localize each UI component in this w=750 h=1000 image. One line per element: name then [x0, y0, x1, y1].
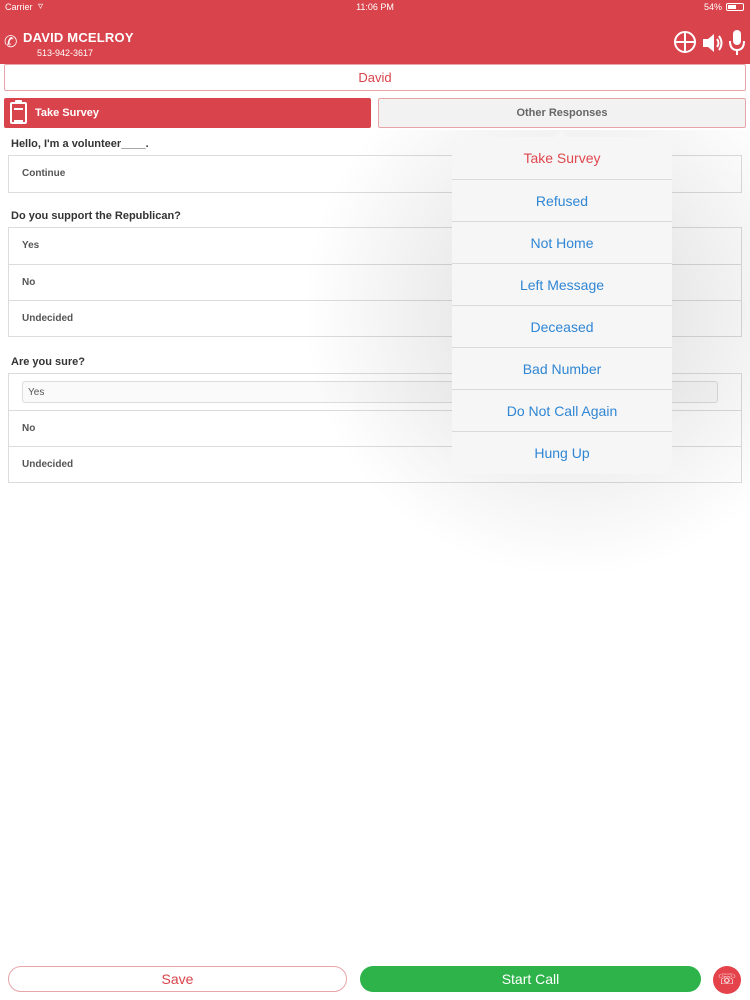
clipboard-icon	[10, 100, 27, 124]
other-responses-popover: Take Survey Refused Not Home Left Messag…	[452, 130, 672, 474]
popover-item-take-survey[interactable]: Take Survey	[452, 137, 672, 179]
status-time: 11:06 PM	[356, 2, 394, 12]
tab-bar: Take Survey Other Responses	[4, 98, 746, 128]
phone-icon: ✆	[4, 34, 18, 51]
hangup-icon[interactable]: ☏	[713, 966, 741, 994]
contact-name: DAVID MCELROY	[23, 30, 134, 45]
call-header: ✆ DAVID MCELROY 513-942-3617	[0, 14, 750, 64]
popover-item-refused[interactable]: Refused	[452, 179, 672, 221]
popover-item-not-home[interactable]: Not Home	[452, 221, 672, 263]
globe-icon[interactable]	[674, 31, 696, 53]
popover-item-hung-up[interactable]: Hung Up	[452, 431, 672, 473]
status-bar: Carrier ▿ 11:06 PM 54%	[0, 0, 750, 14]
battery-percent: 54%	[703, 2, 722, 12]
popover-item-bad-number[interactable]: Bad Number	[452, 347, 672, 389]
tab-other-responses[interactable]: Other Responses	[378, 98, 746, 128]
tab-take-survey[interactable]: Take Survey	[4, 98, 371, 128]
popover-item-deceased[interactable]: Deceased	[452, 305, 672, 347]
popover-item-left-message[interactable]: Left Message	[452, 263, 672, 305]
battery-icon	[726, 3, 744, 11]
save-button[interactable]: Save	[8, 966, 347, 992]
speaker-icon[interactable]	[701, 31, 725, 55]
contact-number: 513-942-3617	[37, 48, 94, 58]
contact-first-name-bar[interactable]: David	[4, 64, 746, 91]
start-call-button[interactable]: Start Call	[360, 966, 701, 992]
popover-item-do-not-call-again[interactable]: Do Not Call Again	[452, 389, 672, 431]
microphone-icon[interactable]	[728, 29, 746, 57]
tab-take-survey-label: Take Survey	[35, 107, 100, 119]
